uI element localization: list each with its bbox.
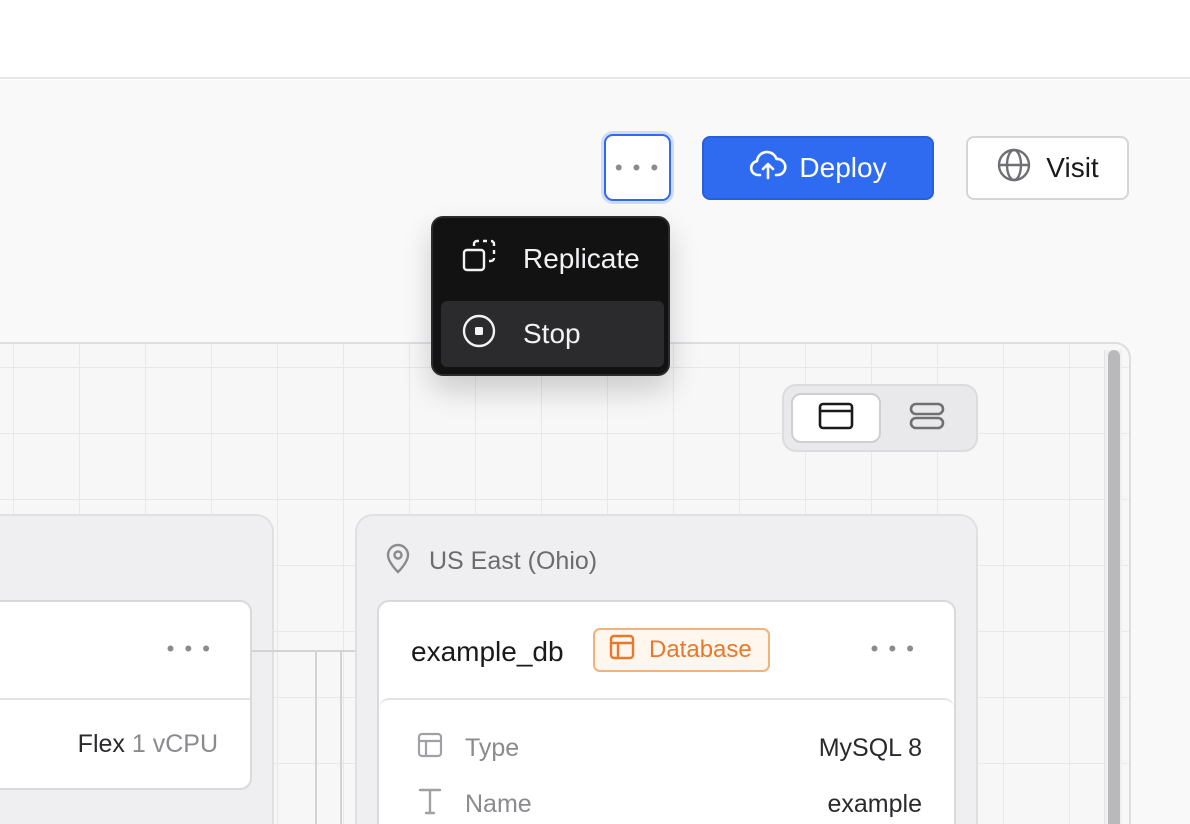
region-label: US East (Ohio) — [385, 542, 597, 581]
more-actions-button[interactable]: • • • — [604, 134, 671, 201]
detail-label: Type — [465, 733, 520, 762]
database-card-menu-button[interactable]: • • • — [871, 636, 916, 662]
cloud-upload-icon — [749, 150, 787, 187]
plan-size: 1 vCPU — [131, 730, 218, 758]
database-name: example_db — [411, 636, 564, 667]
service-card-menu-button[interactable]: • • • — [167, 636, 212, 662]
text-icon — [417, 787, 443, 822]
connector-line — [315, 650, 317, 824]
menu-item-label: Replicate — [523, 243, 640, 274]
visit-label: Visit — [1046, 152, 1099, 183]
canvas-scrollbar[interactable] — [1104, 350, 1122, 824]
region-name: US East (Ohio) — [429, 547, 598, 575]
service-card-left[interactable]: • • • Flex 1 vCPU — [0, 600, 252, 790]
menu-item-label: Stop — [523, 318, 581, 349]
deploy-button[interactable]: Deploy — [702, 136, 934, 200]
database-badge: Database — [593, 628, 770, 672]
card-view-icon — [818, 402, 854, 435]
plan-info: Flex 1 vCPU — [78, 730, 218, 759]
list-view-toggle[interactable] — [882, 393, 972, 443]
detail-value: MySQL 8 — [818, 733, 922, 762]
list-view-icon — [909, 402, 945, 435]
top-bar — [0, 0, 1190, 79]
table-icon — [417, 732, 443, 765]
database-details: Type MySQL 8 Name example — [379, 698, 954, 824]
deploy-label: Deploy — [799, 152, 887, 183]
database-card[interactable]: example_db Database • • • Type MySQL 8 N… — [377, 600, 956, 824]
menu-item-stop[interactable]: Stop — [441, 301, 664, 367]
database-icon — [609, 634, 635, 667]
card-view-toggle[interactable] — [791, 393, 881, 443]
menu-item-replicate[interactable]: Replicate — [441, 226, 664, 292]
scrollbar-thumb[interactable] — [1108, 350, 1120, 824]
stop-icon — [461, 313, 497, 356]
replicate-icon — [461, 238, 497, 281]
detail-row-type: Type MySQL 8 — [417, 728, 922, 768]
detail-row-name: Name example — [417, 784, 922, 824]
actions-dropdown-menu: Replicate Stop — [431, 216, 670, 376]
detail-value: example — [827, 789, 923, 818]
view-toggle — [782, 384, 978, 452]
map-pin-icon — [385, 542, 411, 581]
visit-button[interactable]: Visit — [966, 136, 1129, 200]
globe-icon — [996, 147, 1032, 190]
database-badge-label: Database — [649, 636, 752, 663]
detail-label: Name — [465, 789, 532, 818]
connector-line — [340, 650, 342, 824]
card-divider — [0, 698, 250, 700]
more-actions-label: • • • — [614, 154, 661, 180]
plan-name: Flex — [77, 730, 125, 758]
